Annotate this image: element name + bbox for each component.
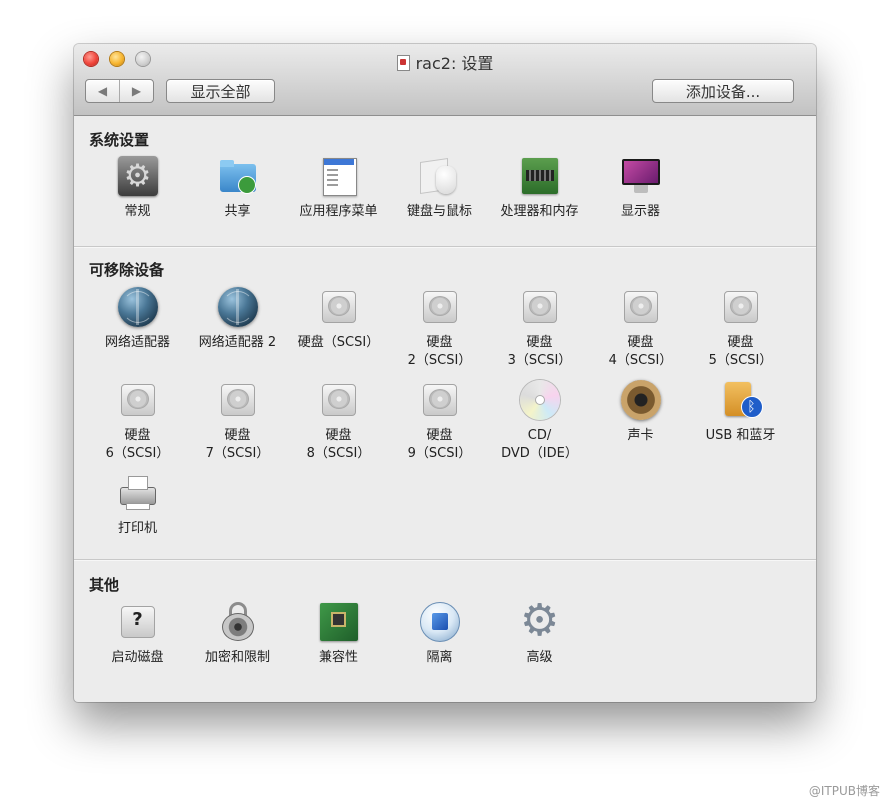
pref-display[interactable]: 显示器 — [590, 156, 691, 221]
pref-label: 兼容性 — [318, 650, 358, 665]
device-hard-disk-5[interactable]: 硬盘 5（SCSI） — [690, 287, 791, 370]
back-button[interactable]: ◀ — [86, 80, 120, 102]
device-label: 硬盘 2（SCSI） — [407, 335, 472, 368]
device-printer[interactable]: 打印机 — [87, 473, 188, 538]
device-label: 硬盘 6（SCSI） — [105, 428, 170, 461]
device-hard-disk-3[interactable]: 硬盘 3（SCSI） — [489, 287, 590, 370]
hard-disk-icon — [721, 287, 761, 327]
hard-disk-icon — [319, 287, 359, 327]
removable-devices-section: 可移除设备 网络适配器 网络适配器 2 硬盘（SCSI） 硬盘 2（SCSI） … — [74, 246, 816, 560]
hard-disk-icon — [420, 380, 460, 420]
speaker-icon — [620, 380, 661, 420]
device-cd-dvd[interactable]: CD/ DVD（IDE） — [489, 380, 590, 463]
pref-label: 启动磁盘 — [111, 650, 164, 665]
device-usb-bluetooth[interactable]: USB 和蓝牙 — [690, 380, 791, 445]
pref-startup-disk[interactable]: 启动磁盘 — [87, 602, 188, 667]
advanced-gear-icon — [520, 598, 560, 644]
app-menu-icon — [319, 156, 359, 196]
device-label: USB 和蓝牙 — [705, 428, 776, 443]
device-label: 硬盘 4（SCSI） — [608, 335, 673, 368]
pref-label: 应用程序菜单 — [299, 204, 378, 219]
window-title: rac2: 设置 — [415, 54, 494, 73]
hard-disk-icon — [520, 287, 560, 327]
pref-sharing[interactable]: 共享 — [187, 156, 288, 221]
pref-label: 高级 — [526, 650, 553, 665]
globe-icon — [117, 287, 158, 327]
pref-cpu-memory[interactable]: 处理器和内存 — [489, 156, 590, 221]
device-hard-disk-2[interactable]: 硬盘 2（SCSI） — [389, 287, 490, 370]
memory-chip-icon — [520, 156, 560, 196]
pref-advanced[interactable]: 高级 — [489, 598, 590, 667]
pref-encryption[interactable]: 加密和限制 — [187, 602, 288, 667]
shared-folder-icon — [218, 156, 258, 196]
hard-disk-icon — [319, 380, 359, 420]
section-title-removable: 可移除设备 — [89, 261, 165, 279]
device-label: 硬盘 3（SCSI） — [507, 335, 572, 368]
device-label: 硬盘 5（SCSI） — [708, 335, 773, 368]
pref-label: 常规 — [124, 204, 151, 219]
forward-button[interactable]: ▶ — [120, 80, 153, 102]
pref-label: 键盘与鼠标 — [406, 204, 472, 219]
device-label: 硬盘 9（SCSI） — [407, 428, 472, 461]
device-hard-disk-8[interactable]: 硬盘 8（SCSI） — [288, 380, 389, 463]
device-network-adapter-2[interactable]: 网络适配器 2 — [187, 287, 288, 352]
other-section: 其他 启动磁盘 加密和限制 兼容性 隔离 高级 — [74, 559, 816, 702]
section-title-other: 其他 — [89, 576, 120, 594]
device-label: 硬盘（SCSI） — [297, 335, 380, 350]
device-label: 网络适配器 — [104, 335, 170, 350]
hard-disk-icon — [118, 380, 158, 420]
isolation-icon — [419, 602, 460, 642]
settings-window: rac2: 设置 ◀ ▶ 显示全部 添加设备... 系统设置 常规 共享 应用程… — [74, 44, 816, 702]
pref-isolation[interactable]: 隔离 — [389, 602, 490, 667]
pref-general[interactable]: 常规 — [87, 156, 188, 221]
printer-icon — [118, 473, 158, 513]
device-label: 声卡 — [627, 428, 654, 443]
device-hard-disk-9[interactable]: 硬盘 9（SCSI） — [389, 380, 490, 463]
keyboard-mouse-icon — [420, 156, 460, 196]
startup-disk-icon — [118, 602, 158, 642]
show-all-button[interactable]: 显示全部 — [166, 79, 275, 103]
usb-bluetooth-icon — [721, 380, 763, 420]
motherboard-icon — [319, 602, 359, 642]
section-title-system: 系统设置 — [89, 131, 150, 149]
back-forward-control: ◀ ▶ — [85, 79, 154, 103]
pref-app-menu[interactable]: 应用程序菜单 — [288, 156, 389, 221]
pref-label: 加密和限制 — [204, 650, 270, 665]
device-hard-disk-7[interactable]: 硬盘 7（SCSI） — [187, 380, 288, 463]
optical-disc-icon — [519, 380, 560, 420]
device-network-adapter[interactable]: 网络适配器 — [87, 287, 188, 352]
vm-document-icon — [396, 55, 410, 71]
device-hard-disk-1[interactable]: 硬盘（SCSI） — [288, 287, 389, 352]
pref-label: 隔离 — [426, 650, 453, 665]
device-sound-card[interactable]: 声卡 — [590, 380, 691, 445]
device-label: CD/ DVD（IDE） — [501, 428, 578, 461]
hard-disk-icon — [420, 287, 460, 327]
system-settings-section: 系统设置 常规 共享 应用程序菜单 键盘与鼠标 处理器和内存 显示器 — [74, 116, 816, 246]
globe-icon — [217, 287, 258, 327]
pref-label: 处理器和内存 — [500, 204, 579, 219]
device-hard-disk-4[interactable]: 硬盘 4（SCSI） — [590, 287, 691, 370]
lock-icon — [218, 602, 258, 642]
device-label: 打印机 — [117, 521, 157, 536]
device-label: 网络适配器 2 — [198, 335, 277, 350]
pref-keyboard-mouse[interactable]: 键盘与鼠标 — [389, 156, 490, 221]
hard-disk-icon — [218, 380, 258, 420]
device-hard-disk-6[interactable]: 硬盘 6（SCSI） — [87, 380, 188, 463]
pref-compatibility[interactable]: 兼容性 — [288, 602, 389, 667]
watermark: @ITPUB博客 — [808, 784, 880, 798]
title-bar: rac2: 设置 ◀ ▶ 显示全部 添加设备... — [74, 44, 816, 116]
device-label: 硬盘 8（SCSI） — [306, 428, 371, 461]
window-title-container: rac2: 设置 — [74, 50, 816, 74]
add-device-button[interactable]: 添加设备... — [652, 79, 794, 103]
pref-label: 共享 — [224, 204, 251, 219]
gear-panel-icon — [117, 156, 158, 196]
hard-disk-icon — [621, 287, 661, 327]
pref-label: 显示器 — [620, 204, 660, 219]
display-icon — [621, 156, 661, 196]
device-label: 硬盘 7（SCSI） — [205, 428, 270, 461]
